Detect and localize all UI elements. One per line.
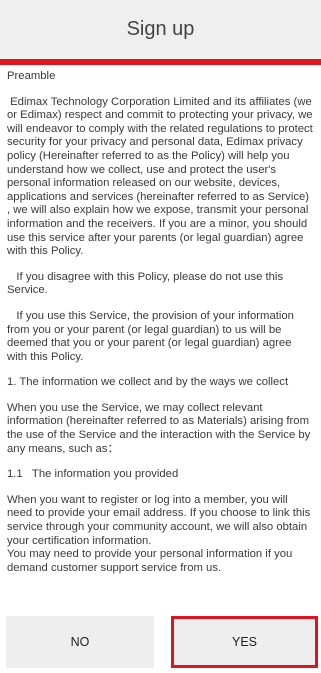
policy-paragraph: If you disagree with this Policy, please… bbox=[7, 270, 287, 297]
signup-screen: Sign up Preamble Edimax Technology Corpo… bbox=[0, 0, 321, 673]
policy-paragraph: When you use the Service, we may collect… bbox=[7, 401, 314, 455]
no-button[interactable]: NO bbox=[6, 616, 154, 668]
header-accent-bar bbox=[0, 59, 321, 65]
page-title: Sign up bbox=[126, 17, 195, 40]
yes-button[interactable]: YES bbox=[171, 616, 318, 668]
policy-paragraph: Edimax Technology Corporation Limited an… bbox=[7, 95, 316, 258]
policy-heading-preamble: Preamble bbox=[7, 70, 56, 82]
footer-actions: NO YES bbox=[0, 613, 321, 673]
header: Sign up bbox=[0, 0, 321, 60]
policy-paragraph: When you want to register or log into a … bbox=[7, 493, 311, 574]
privacy-policy-text[interactable]: Preamble Edimax Technology Corporation L… bbox=[0, 66, 321, 614]
policy-section-heading: 1. The information we collect and by the… bbox=[7, 376, 289, 389]
policy-subsection-heading: 1.1 The information you provided bbox=[7, 468, 179, 481]
policy-paragraph: If you use this Service, the provision o… bbox=[7, 309, 298, 363]
